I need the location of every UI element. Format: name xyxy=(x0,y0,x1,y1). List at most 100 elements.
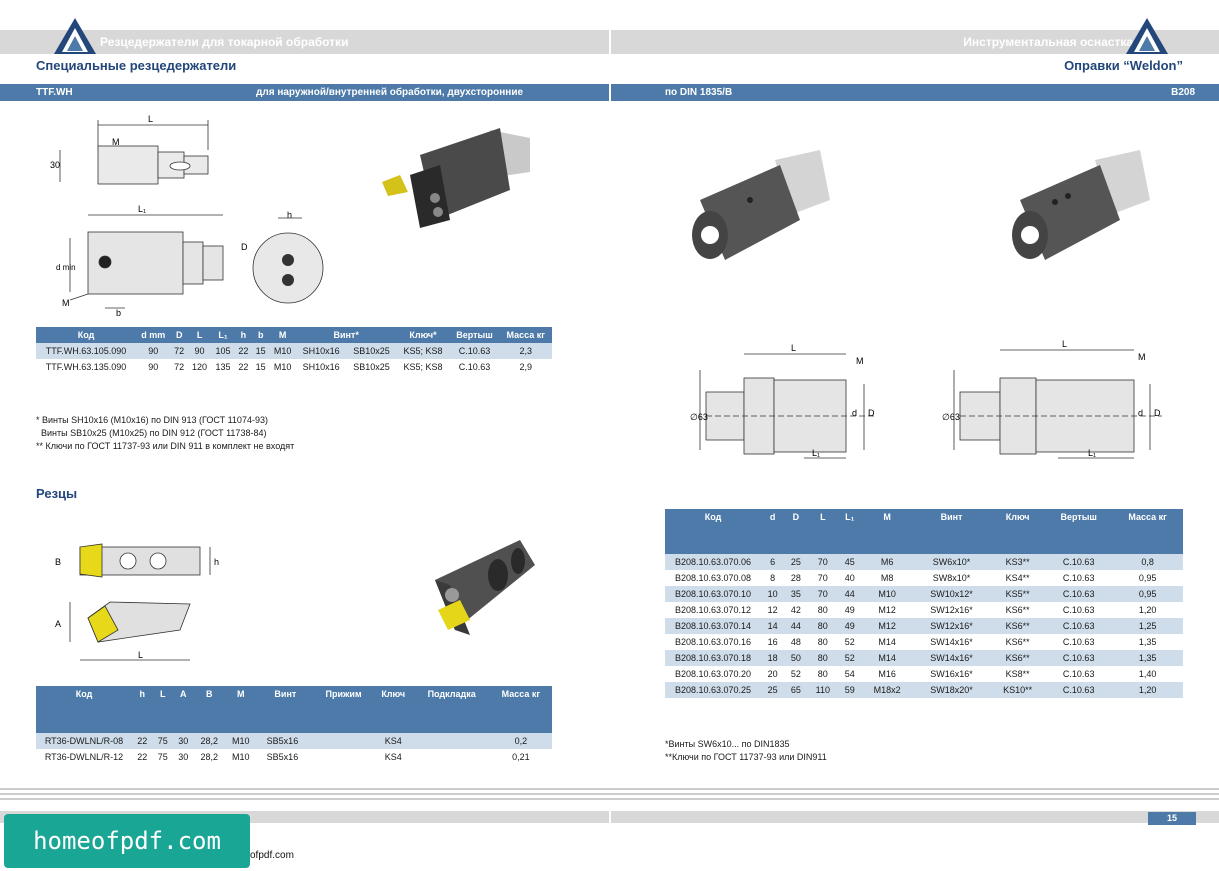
col-D: D xyxy=(784,509,808,554)
cell: KS4 xyxy=(372,733,414,749)
cell: 6 xyxy=(761,554,785,570)
cell: 40 xyxy=(838,570,862,586)
col-D: D xyxy=(170,327,188,343)
cell: 20 xyxy=(761,666,785,682)
col-M: M xyxy=(224,686,257,733)
cell: C.10.63 xyxy=(1045,586,1113,602)
cutter-3d-render xyxy=(435,540,535,635)
cell: 135 xyxy=(211,359,235,375)
cell: 75 xyxy=(152,733,173,749)
col-M: M xyxy=(861,509,913,554)
cell: 14 xyxy=(761,618,785,634)
cell: C.10.63 xyxy=(1045,666,1113,682)
table-row: B208.10.63.070.16 16 48 80 52 M14 SW14x16* KS6*… xyxy=(665,634,1183,650)
cell: 0,95 xyxy=(1112,586,1183,602)
dim-M4-label: M xyxy=(1138,352,1146,362)
cell: 22 xyxy=(234,343,253,359)
cell: 1,35 xyxy=(1112,650,1183,666)
table-row: B208.10.63.070.06 6 25 70 45 M6 SW6x10* KS3** C.… xyxy=(665,554,1183,570)
left-header-title: Резцедержатели для токарной обработки xyxy=(100,35,349,49)
cell: 48 xyxy=(784,634,808,650)
footer-bar-right xyxy=(611,811,1219,823)
cell-code: B208.10.63.070.10 xyxy=(665,586,761,602)
cell-code: B208.10.63.070.16 xyxy=(665,634,761,650)
dim-L1c-label: L₁ xyxy=(1088,448,1096,458)
dim-h2-label: h xyxy=(214,557,219,567)
col-L1: L₁ xyxy=(211,327,235,343)
cell: C.10.63 xyxy=(1045,634,1113,650)
cell: 16 xyxy=(761,634,785,650)
weldon-holder-render-2 xyxy=(1012,150,1150,260)
col-shim: Подкладка xyxy=(413,686,490,733)
cell: SH10x16 xyxy=(295,359,347,375)
col-screwdriver: Вертыш xyxy=(449,327,500,343)
weldon-spec-table: Код d D L L₁ M Винт Ключ Вертыш Масса кг… xyxy=(665,509,1183,698)
cell: 28,2 xyxy=(193,733,225,749)
cell: 0,2 xyxy=(489,733,552,749)
table-row: B208.10.63.070.10 10 35 70 44 M10 SW10x12* KS5*… xyxy=(665,586,1183,602)
cell: KS6** xyxy=(990,618,1046,634)
cell: 50 xyxy=(784,650,808,666)
watermark-badge[interactable]: homeofpdf.com xyxy=(4,814,250,868)
product-desc-right: по DIN 1835/B xyxy=(665,87,733,98)
dim-M2-label: M xyxy=(62,298,70,308)
table-row: TTF.WH.63.105.090 90 72 90 105 22 15 M10… xyxy=(36,343,552,359)
cell: 72 xyxy=(170,359,188,375)
col-screwdriver: Вертыш xyxy=(1045,509,1113,554)
cell: 18 xyxy=(761,650,785,666)
note-line: * Винты SH10x16 (M10x16) по DIN 913 (ГОС… xyxy=(36,415,268,425)
cell-code: TTF.WH.63.135.090 xyxy=(36,359,136,375)
note-line: ** Ключи по ГОСТ 11737-93 или DIN 911 в … xyxy=(36,441,295,451)
cell-code: B208.10.63.070.25 xyxy=(665,682,761,698)
product-code-right: B208 xyxy=(1171,87,1195,98)
col-d: d xyxy=(761,509,785,554)
weldon-drawing-1: L M ∅63 d D L₁ xyxy=(690,343,875,459)
cell: 1,20 xyxy=(1112,602,1183,618)
cell: 59 xyxy=(838,682,862,698)
cell: 2,9 xyxy=(499,359,552,375)
cell: C.10.63 xyxy=(449,359,500,375)
cell: 90 xyxy=(187,343,212,359)
cell: 1,20 xyxy=(1112,682,1183,698)
cell: M16 xyxy=(861,666,913,682)
holder-end-view-drawing: h D xyxy=(241,210,324,304)
table-row: B208.10.63.070.14 14 44 80 49 M12 SW12x16* KS6*… xyxy=(665,618,1183,634)
cell: SW8x10* xyxy=(912,570,991,586)
cell: KS10** xyxy=(990,682,1046,698)
cell: M12 xyxy=(861,602,913,618)
cell: M18x2 xyxy=(861,682,913,698)
col-d: d mm xyxy=(136,327,171,343)
cell: C.10.63 xyxy=(1045,554,1113,570)
right-header-title: Инструментальная оснастка xyxy=(963,35,1133,49)
cell: SW14x16* xyxy=(912,634,991,650)
cell: C.10.63 xyxy=(1045,570,1113,586)
dim-B-label: B xyxy=(55,557,61,567)
col-h: h xyxy=(132,686,153,733)
cell: SW10x12* xyxy=(912,586,991,602)
col-L: L xyxy=(807,509,839,554)
cell-code: B208.10.63.070.18 xyxy=(665,650,761,666)
cell: 44 xyxy=(784,618,808,634)
cell: KS4 xyxy=(372,749,414,765)
cell: C.10.63 xyxy=(1045,618,1113,634)
dim-M3-label: M xyxy=(856,356,864,366)
cell: KS6** xyxy=(990,602,1046,618)
cell-code: B208.10.63.070.08 xyxy=(665,570,761,586)
cell: 75 xyxy=(152,749,173,765)
cell: 44 xyxy=(838,586,862,602)
col-L1: L₁ xyxy=(838,509,862,554)
product-code-left: TTF.WH xyxy=(36,87,73,98)
cell: 42 xyxy=(784,602,808,618)
dim-M-label: M xyxy=(112,137,120,147)
table-row: B208.10.63.070.18 18 50 80 52 M14 SW14x16* KS6*… xyxy=(665,650,1183,666)
col-A: A xyxy=(173,686,194,733)
cell: M12 xyxy=(861,618,913,634)
table-row: B208.10.63.070.20 20 52 80 54 M16 SW16x16* KS8*… xyxy=(665,666,1183,682)
cell: C.10.63 xyxy=(1045,682,1113,698)
product-bar-left: TTF.WH для наружной/внутренней обработки… xyxy=(0,84,609,101)
cell: 30 xyxy=(173,733,194,749)
dim-b-label: b xyxy=(116,308,121,318)
cell: 49 xyxy=(838,618,862,634)
dim-L4-label: L xyxy=(1062,339,1067,349)
dim-h-label: h xyxy=(287,210,292,220)
